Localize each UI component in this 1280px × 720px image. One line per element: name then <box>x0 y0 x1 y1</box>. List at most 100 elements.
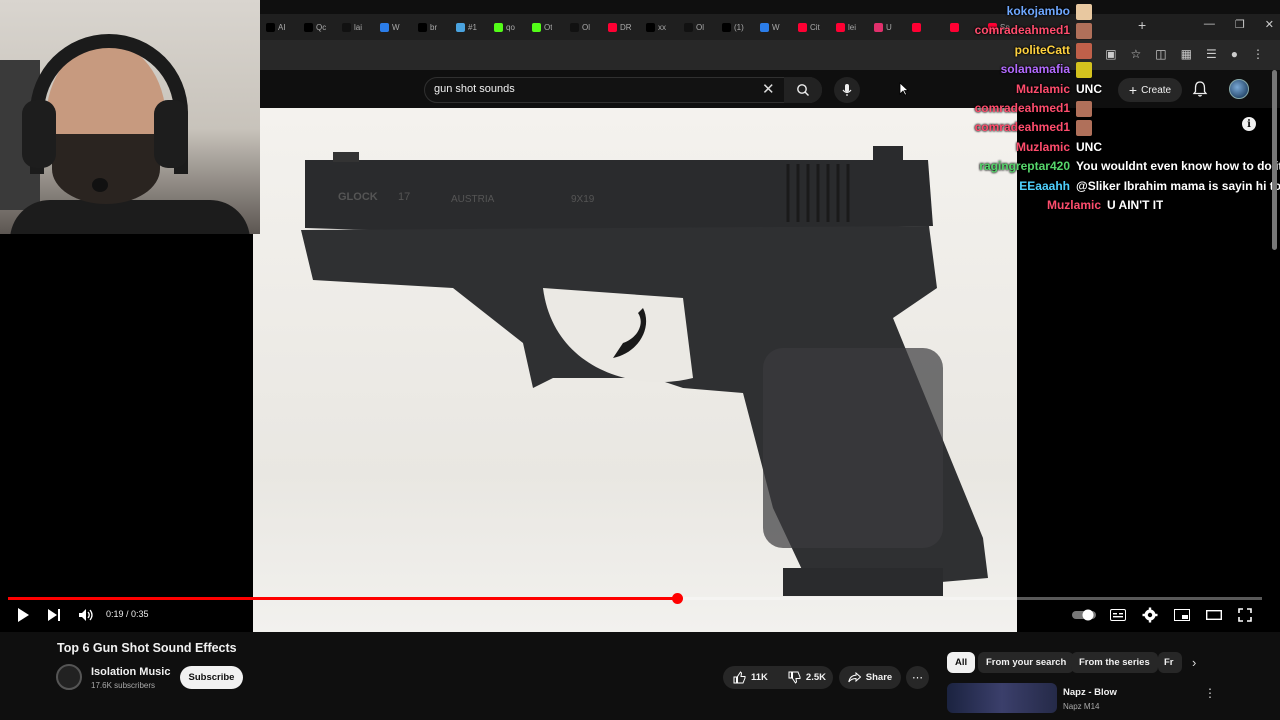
browser-tab[interactable]: (1) <box>722 17 756 37</box>
dislike-button[interactable]: 2.5K <box>778 666 836 689</box>
restore-icon[interactable]: ❐ <box>1235 18 1245 31</box>
media-icon[interactable]: ☰ <box>1206 47 1217 61</box>
puzzle-icon[interactable]: ▦ <box>1181 47 1192 61</box>
filter-chip[interactable]: From your search <box>978 652 1075 673</box>
browser-tab-strip: AI Qc lai Wbr #1 qo Ot Ol DR xx Ol (1) W Cit lei U Sp <box>260 14 1280 40</box>
browser-tab[interactable]: DR <box>608 17 642 37</box>
channel-name[interactable]: Isolation Music <box>91 666 170 678</box>
new-tab-button[interactable]: + <box>1138 17 1146 33</box>
tab-favicon-icon <box>950 22 959 32</box>
chat-username[interactable]: Muzlamic <box>1016 82 1070 96</box>
extension-icon[interactable]: ◫ <box>1155 47 1166 61</box>
browser-tab[interactable]: xx <box>646 17 680 37</box>
browser-tab[interactable]: Ot <box>532 17 566 37</box>
autoplay-toggle[interactable] <box>1072 606 1096 624</box>
recommendation-title[interactable]: Napz - Blow <box>1063 687 1117 698</box>
progress-scrubber[interactable] <box>671 593 683 604</box>
frame-origin-text: AUSTRIA <box>451 194 495 205</box>
minimize-icon[interactable]: — <box>1204 18 1215 31</box>
account-avatar[interactable] <box>1229 79 1249 99</box>
browser-tab[interactable] <box>912 17 946 37</box>
volume-button[interactable] <box>78 606 94 624</box>
search-button[interactable] <box>784 77 822 103</box>
chat-text: UNC <box>1076 139 1102 154</box>
chat-username[interactable]: comradeahmed1 <box>975 101 1070 115</box>
browser-tab[interactable]: lai <box>342 17 376 37</box>
browser-tab[interactable]: U <box>874 17 908 37</box>
time-display: 0:19 / 0:35 <box>106 609 149 619</box>
browser-tab[interactable]: W <box>380 17 414 37</box>
chat-username[interactable]: Muzlamic <box>1016 140 1070 154</box>
tab-favicon-icon <box>266 22 275 32</box>
chat-username[interactable]: EEaaahh <box>1019 179 1070 193</box>
play-button[interactable] <box>16 606 30 624</box>
browser-tab[interactable]: Ol <box>684 17 718 37</box>
tab-title: W <box>772 22 780 32</box>
next-button[interactable] <box>47 606 61 624</box>
tab-favicon-icon <box>532 22 541 32</box>
recommendation-menu-icon[interactable]: ⋮ <box>1204 686 1216 700</box>
profile-icon[interactable]: ● <box>1231 47 1238 61</box>
notifications-bell-icon[interactable] <box>1192 80 1208 103</box>
like-button[interactable]: 11K <box>723 666 778 689</box>
thumbs-up-icon <box>733 671 746 684</box>
chat-username[interactable]: politeCatt <box>1015 43 1070 57</box>
fullscreen-button[interactable] <box>1238 606 1252 624</box>
browser-tab[interactable]: br <box>418 17 452 37</box>
filter-chip[interactable]: Fr <box>1158 652 1182 673</box>
more-actions-button[interactable]: ⋯ <box>906 666 929 689</box>
tab-title: Ot <box>544 22 553 32</box>
search-query[interactable]: gun shot sounds <box>434 83 515 95</box>
filter-chip[interactable]: From the series <box>1071 652 1158 673</box>
browser-tab[interactable]: Ol <box>570 17 604 37</box>
browser-tab[interactable]: AI <box>266 17 300 37</box>
chat-text: @Sliker Ibrahim mama is sayin hi to y <box>1076 178 1280 193</box>
screen-cast-icon[interactable]: ▣ <box>1105 47 1116 61</box>
info-icon[interactable]: i <box>1242 117 1256 131</box>
tab-title: W <box>392 22 400 32</box>
subscribe-button[interactable]: Subscribe <box>180 666 243 689</box>
frame-caliber-text: 9X19 <box>571 194 595 205</box>
browser-tab[interactable]: lei <box>836 17 870 37</box>
create-button[interactable]: + Create <box>1118 78 1182 102</box>
settings-button[interactable] <box>1142 606 1158 624</box>
chat-username[interactable]: comradeahmed1 <box>975 120 1070 134</box>
page-scrollbar[interactable] <box>1272 70 1277 250</box>
chat-username[interactable]: Muzlamic <box>1047 198 1101 212</box>
filter-chip[interactable]: All <box>947 652 976 673</box>
share-button[interactable]: Share <box>839 666 901 689</box>
browser-tab[interactable]: Cit <box>798 17 832 37</box>
theater-mode-button[interactable] <box>1206 606 1222 624</box>
chat-username[interactable]: ragingreptar420 <box>979 159 1070 173</box>
chat-emote-icon <box>1076 62 1092 79</box>
kebab-menu-icon[interactable]: ⋮ <box>1252 47 1264 61</box>
subtitles-button[interactable] <box>1110 606 1126 624</box>
dislike-count: 2.5K <box>805 672 826 683</box>
close-icon[interactable]: ✕ <box>1265 18 1274 31</box>
chevron-right-icon[interactable]: › <box>1192 655 1196 670</box>
video-frame[interactable]: GLOCK 17 AUSTRIA 9X19 <box>253 108 1017 632</box>
share-label: Share <box>865 672 893 683</box>
chat-emote-icon <box>1076 101 1092 117</box>
tab-title: Cit <box>810 22 820 32</box>
browser-tab[interactable]: #1 <box>456 17 490 37</box>
miniplayer-button[interactable] <box>1174 606 1190 624</box>
browser-tab[interactable]: qo <box>494 17 528 37</box>
skip-next-icon <box>48 609 60 621</box>
progress-bar-fill <box>8 597 677 600</box>
browser-tab[interactable]: Qc <box>304 17 338 37</box>
recommendation-thumbnail[interactable] <box>947 683 1057 713</box>
like-count: 11K <box>751 672 768 683</box>
clear-search-icon[interactable]: ✕ <box>762 80 775 98</box>
chat-username[interactable]: comradeahmed1 <box>975 23 1070 37</box>
browser-tab[interactable]: W <box>760 17 794 37</box>
channel-avatar[interactable] <box>56 664 82 690</box>
tab-favicon-icon <box>874 22 883 32</box>
volume-icon <box>79 609 93 621</box>
voice-search-button[interactable] <box>834 77 860 103</box>
tab-favicon-icon <box>380 22 389 32</box>
chat-text: U AIN'T IT <box>1107 198 1164 212</box>
chat-username[interactable]: solanamafia <box>1001 62 1070 76</box>
bookmark-star-icon[interactable]: ☆ <box>1131 47 1142 61</box>
chat-username[interactable]: kokojambo <box>1007 4 1070 18</box>
